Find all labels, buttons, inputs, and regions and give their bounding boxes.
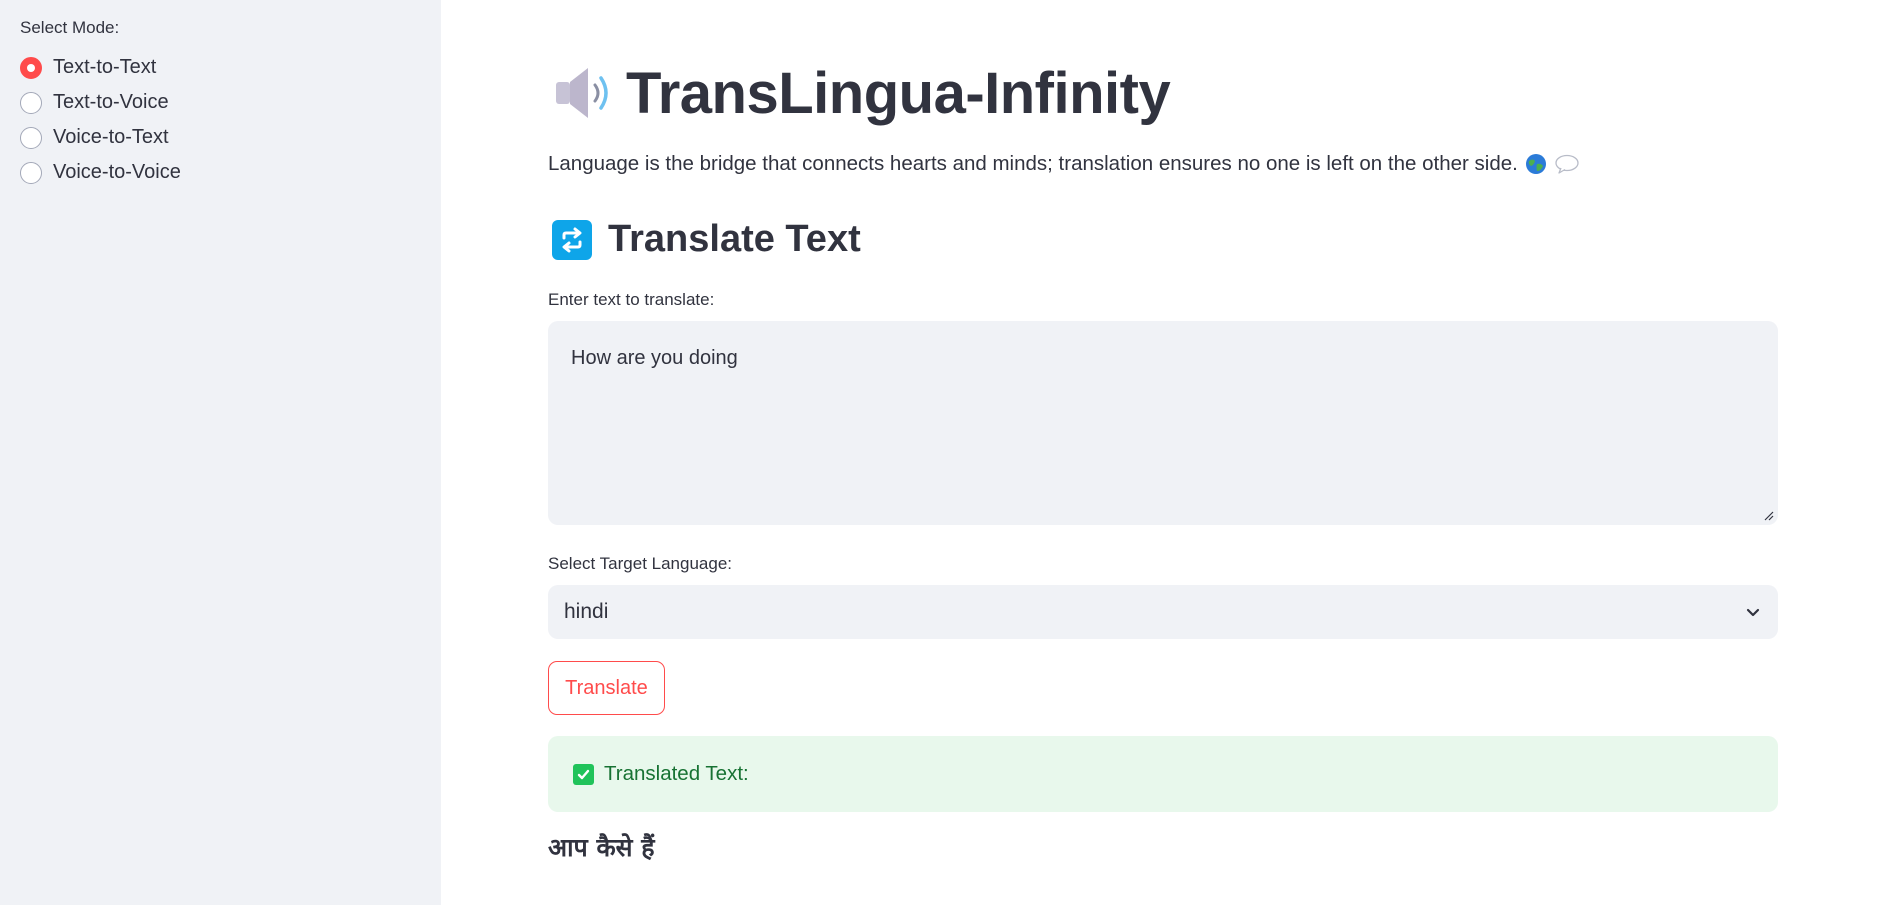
mode-option-label: Voice-to-Text — [53, 126, 169, 148]
page-header: TransLingua-Infinity — [548, 58, 1171, 128]
mode-option-voice-to-text[interactable]: Voice-to-Text — [20, 120, 421, 155]
language-label: Select Target Language: — [548, 554, 732, 573]
section-title: Translate Text — [608, 218, 861, 260]
resize-handle-icon[interactable] — [1762, 509, 1774, 521]
radio-button[interactable] — [20, 91, 42, 114]
selected-language: hindi — [564, 600, 609, 623]
mode-option-voice-to-voice[interactable]: Voice-to-Voice — [20, 155, 421, 190]
check-icon — [573, 763, 594, 785]
tagline: Language is the bridge that connects hea… — [548, 152, 1580, 176]
repeat-icon — [552, 219, 592, 260]
mode-option-text-to-voice[interactable]: Text-to-Voice — [20, 85, 421, 120]
page-title: TransLingua-Infinity — [626, 60, 1171, 126]
target-language-select[interactable]: hindi — [548, 585, 1778, 639]
translated-text: आप कैसे हैं — [548, 833, 655, 862]
main-content: TransLingua-Infinity Language is the bri… — [548, 0, 1778, 905]
mode-label: Select Mode: — [20, 18, 120, 37]
radio-button[interactable] — [20, 161, 42, 184]
mode-option-label: Text-to-Text — [53, 56, 157, 78]
mode-radio-group: Text-to-Text Text-to-Voice Voice-to-Text… — [20, 50, 421, 190]
mode-option-label: Voice-to-Voice — [53, 161, 181, 183]
sidebar: Select Mode: Text-to-Text Text-to-Voice … — [0, 0, 441, 905]
chevron-down-icon — [1746, 608, 1760, 617]
translate-button[interactable]: Translate — [548, 661, 665, 715]
input-label: Enter text to translate: — [548, 290, 715, 309]
translate-text-input[interactable]: How are you doing — [548, 321, 1778, 525]
radio-button-selected[interactable] — [20, 56, 42, 79]
success-label: Translated Text: — [604, 762, 749, 785]
speech-bubble-icon — [1555, 154, 1579, 174]
mode-option-text-to-text[interactable]: Text-to-Text — [20, 50, 421, 85]
mode-option-label: Text-to-Voice — [53, 91, 169, 113]
speaker-icon — [556, 68, 608, 118]
section-header: Translate Text — [552, 218, 861, 261]
input-value: How are you doing — [571, 347, 738, 369]
globe-icon — [1525, 154, 1546, 174]
success-alert: Translated Text: — [548, 736, 1778, 812]
tagline-text: Language is the bridge that connects hea… — [548, 152, 1518, 175]
radio-button[interactable] — [20, 126, 42, 149]
